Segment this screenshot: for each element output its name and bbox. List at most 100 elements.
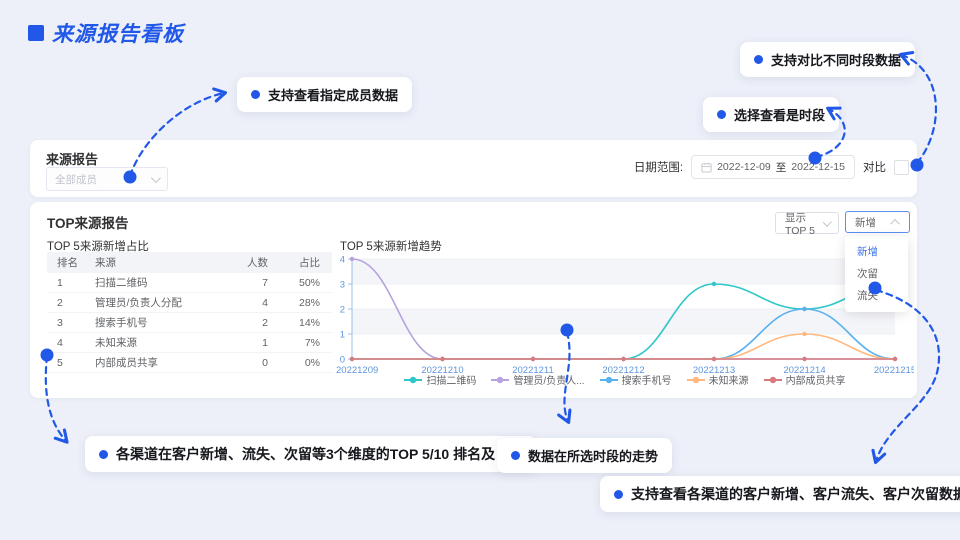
bullet-dot-icon <box>717 110 726 119</box>
legend-label: 管理员/负责人... <box>513 372 584 387</box>
legend-item[interactable]: 搜索手机号 <box>600 372 672 387</box>
metric-select[interactable]: 新增 <box>845 211 910 233</box>
table-row: 2管理员/负责人分配428% <box>47 293 332 313</box>
legend-marker-icon <box>491 376 509 384</box>
chart-legend: 扫描二维码 管理员/负责人... 搜索手机号 未知来源 内部成员共享 <box>336 372 914 387</box>
svg-text:2: 2 <box>340 305 345 316</box>
table-cell: 4 <box>47 337 95 349</box>
table-row: 1扫描二维码750% <box>47 273 332 293</box>
callout-compare-periods: 支持对比不同时段数据 <box>740 42 915 77</box>
date-controls: 日期范围: 2022-12-09 至 2022-12-15 对比 <box>634 155 909 179</box>
table-cell: 搜索手机号 <box>95 315 222 330</box>
bullet-dot-icon <box>251 90 260 99</box>
rank-table-header: 排名来源人数占比 <box>47 252 332 273</box>
report-panel-title: 来源报告 <box>46 149 98 168</box>
legend-marker-icon <box>687 376 705 384</box>
callout-trend: 数据在所选时段的走势 <box>497 438 672 473</box>
table-cell: 2 <box>47 297 95 309</box>
legend-item[interactable]: 扫描二维码 <box>404 372 476 387</box>
legend-item[interactable]: 管理员/负责人... <box>491 372 584 387</box>
svg-text:3: 3 <box>340 280 345 291</box>
show-top-select-value: 显示TOP 5 <box>785 210 823 237</box>
calendar-icon <box>701 162 712 173</box>
legend-item[interactable]: 内部成员共享 <box>764 372 846 387</box>
trend-line-chart: 0123420221209202212102022121120221212202… <box>336 244 914 384</box>
table-cell: 1 <box>47 277 95 289</box>
table-cell: 0% <box>268 357 332 369</box>
chevron-down-icon <box>823 217 832 226</box>
rank-table: 排名来源人数占比 1扫描二维码750%2管理员/负责人分配428%3搜索手机号2… <box>47 252 332 373</box>
svg-text:1: 1 <box>340 330 345 341</box>
table-cell: 内部成员共享 <box>95 355 222 370</box>
callout-text: 数据在所选时段的走势 <box>528 446 658 465</box>
callout-channel-metrics: 支持查看各渠道的客户新增、客户流失、客户次留数据 <box>600 476 960 512</box>
table-cell: 50% <box>268 277 332 289</box>
callout-text: 支持查看指定成员数据 <box>268 85 398 104</box>
table-cell: 2 <box>222 317 268 329</box>
table-cell: 28% <box>268 297 332 309</box>
legend-label: 内部成员共享 <box>786 372 846 387</box>
metric-option[interactable]: 新增 <box>845 241 908 263</box>
date-end: 2022-12-15 <box>791 161 845 173</box>
table-cell: 5 <box>47 357 95 369</box>
source-report-panel: 来源报告 全部成员 日期范围: 2022-12-09 至 2022-12-15 … <box>30 140 917 197</box>
column-header: 排名 <box>47 255 95 270</box>
callout-text: 各渠道在客户新增、流失、次留等3个维度的TOP 5/10 排名及占比 <box>116 444 523 464</box>
compare-checkbox[interactable] <box>894 160 909 175</box>
date-range-input[interactable]: 2022-12-09 至 2022-12-15 <box>691 155 855 179</box>
chevron-up-icon <box>890 218 900 228</box>
legend-label: 未知来源 <box>709 372 749 387</box>
legend-label: 扫描二维码 <box>426 372 476 387</box>
table-cell: 7% <box>268 337 332 349</box>
metric-option[interactable]: 流失 <box>845 285 908 307</box>
member-select-placeholder: 全部成员 <box>55 172 151 187</box>
date-separator: 至 <box>776 160 787 175</box>
table-cell: 7 <box>222 277 268 289</box>
member-select[interactable]: 全部成员 <box>46 167 168 191</box>
svg-text:4: 4 <box>340 255 345 266</box>
top-panel-title: TOP来源报告 <box>47 212 129 232</box>
svg-text:0: 0 <box>340 355 345 366</box>
callout-text: 选择查看是时段 <box>734 105 825 124</box>
table-cell: 14% <box>268 317 332 329</box>
compare-label: 对比 <box>863 159 886 175</box>
table-cell: 管理员/负责人分配 <box>95 295 222 310</box>
table-row: 4未知来源17% <box>47 333 332 353</box>
table-cell: 3 <box>47 317 95 329</box>
table-row: 3搜索手机号214% <box>47 313 332 333</box>
metric-dropdown-menu: 新增次留流失 <box>845 236 908 312</box>
page-title-text: 来源报告看板 <box>52 18 184 48</box>
table-row: 5内部成员共享00% <box>47 353 332 373</box>
table-cell: 未知来源 <box>95 335 222 350</box>
dashboard-annotation-page: 来源报告看板 来源报告 全部成员 日期范围: 2022-12-09 至 2022… <box>0 0 960 540</box>
legend-label: 搜索手机号 <box>622 372 672 387</box>
callout-text: 支持查看各渠道的客户新增、客户流失、客户次留数据 <box>631 484 960 504</box>
bullet-dot-icon <box>754 55 763 64</box>
bullet-dot-icon <box>614 490 623 499</box>
callout-text: 支持对比不同时段数据 <box>771 50 901 69</box>
table-cell: 扫描二维码 <box>95 275 222 290</box>
legend-marker-icon <box>404 376 422 384</box>
bullet-dot-icon <box>511 451 520 460</box>
legend-item[interactable]: 未知来源 <box>687 372 749 387</box>
column-header: 人数 <box>222 255 268 270</box>
table-cell: 0 <box>222 357 268 369</box>
chevron-down-icon <box>151 173 161 183</box>
legend-marker-icon <box>600 376 618 384</box>
table-cell: 1 <box>222 337 268 349</box>
legend-marker-icon <box>764 376 782 384</box>
page-title: 来源报告看板 <box>28 18 184 48</box>
metric-select-value: 新增 <box>855 215 876 230</box>
callout-member-data: 支持查看指定成员数据 <box>237 77 412 112</box>
title-square-icon <box>28 25 44 41</box>
column-header: 来源 <box>95 255 222 270</box>
bullet-dot-icon <box>99 450 108 459</box>
column-header: 占比 <box>268 255 332 270</box>
callout-rank-dimensions: 各渠道在客户新增、流失、次留等3个维度的TOP 5/10 排名及占比 <box>85 436 537 472</box>
show-top-select[interactable]: 显示TOP 5 <box>775 212 839 234</box>
date-start: 2022-12-09 <box>717 161 771 173</box>
top-source-panel: TOP来源报告 显示TOP 5 新增 新增次留流失 TOP 5来源新增占比 排名… <box>30 202 917 398</box>
metric-option[interactable]: 次留 <box>845 263 908 285</box>
table-cell: 4 <box>222 297 268 309</box>
date-range-label: 日期范围: <box>634 159 683 175</box>
